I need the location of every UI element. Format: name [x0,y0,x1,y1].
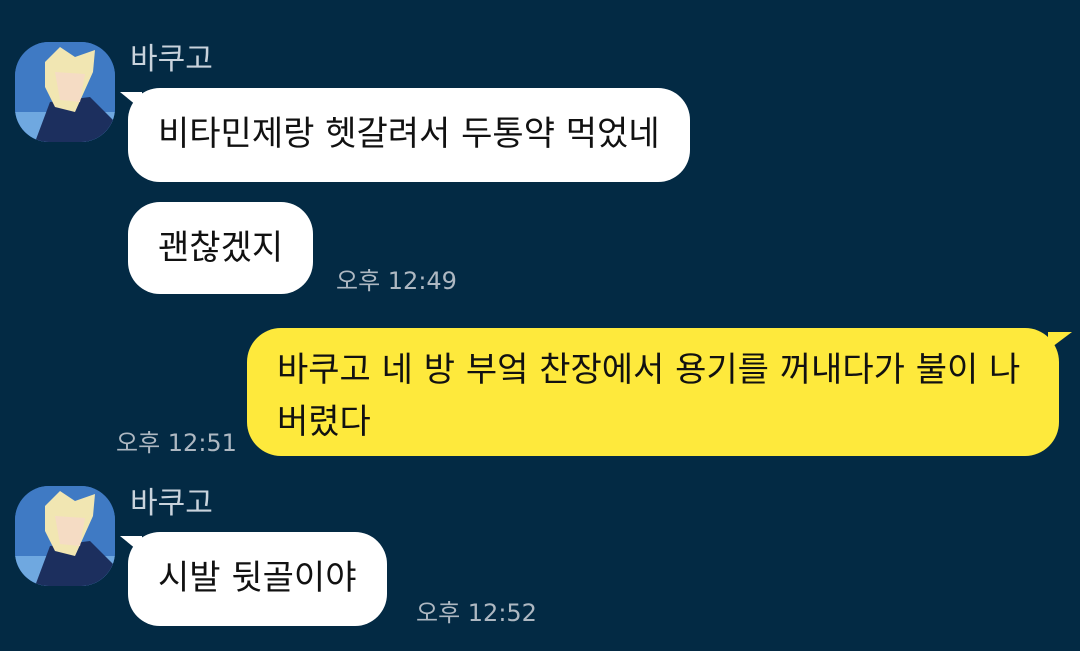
message-bubble-outgoing[interactable]: 바쿠고 네 방 부엌 찬장에서 용기를 꺼내다가 불이 나버렸다 [247,328,1059,456]
message-timestamp: 오후 12:51 [116,429,237,457]
profile-picture-icon [15,42,115,142]
sender-name: 바쿠고 [130,42,213,77]
message-bubble[interactable]: 시발 뒷골이야 [128,532,387,626]
message-timestamp: 오후 12:49 [336,267,457,295]
message-bubble[interactable]: 괜찮겠지 [128,202,314,294]
avatar[interactable] [15,42,115,142]
bubble-tail [1048,332,1072,350]
message-bubble[interactable]: 비타민제랑 헷갈려서 두통약 먹었네 [128,88,690,182]
avatar[interactable] [15,486,115,586]
profile-picture-icon [15,486,115,586]
sender-name: 바쿠고 [130,486,213,521]
message-timestamp: 오후 12:52 [416,599,537,627]
